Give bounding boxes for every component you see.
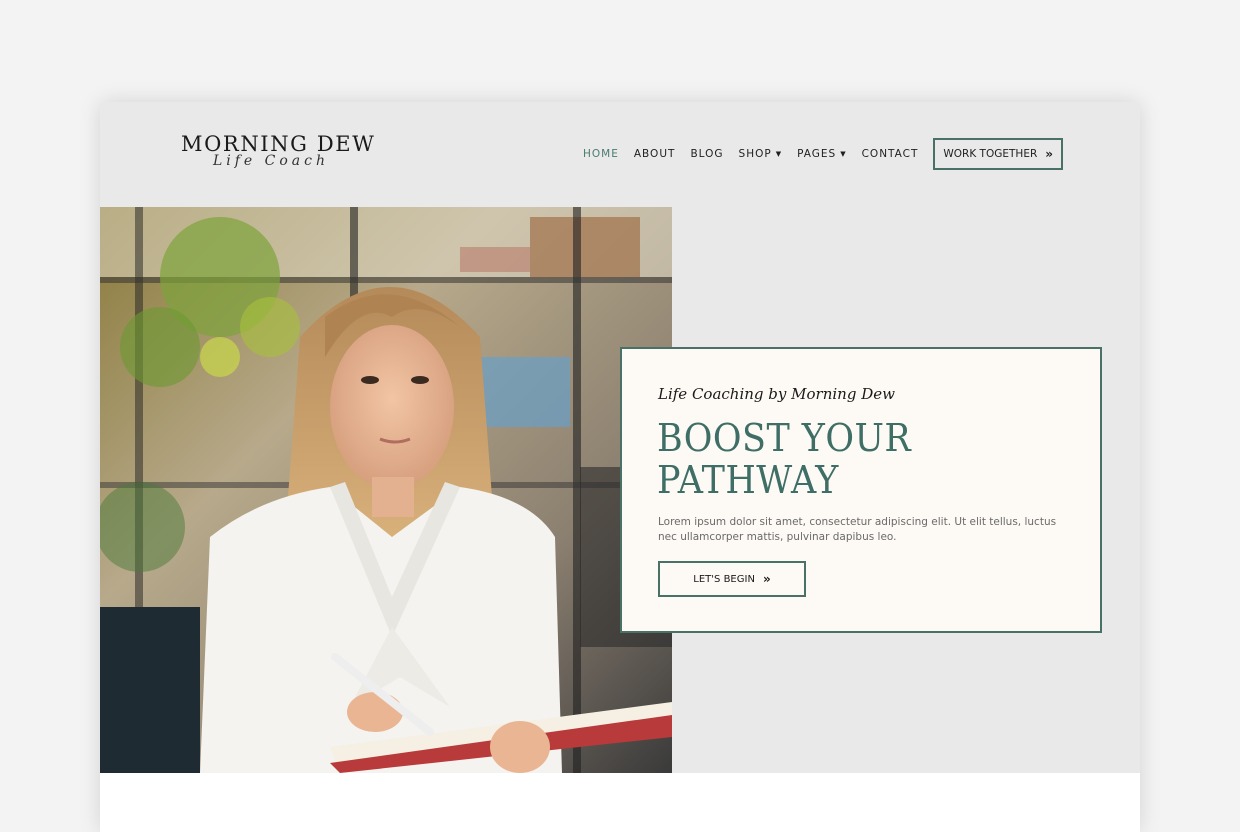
logo[interactable]: MORNING DEW Life Coach <box>181 132 374 169</box>
nav-item-home[interactable]: HOME <box>583 148 619 160</box>
nav-item-shop[interactable]: SHOP ▼ <box>739 148 783 160</box>
chevron-down-icon: ▼ <box>840 150 847 158</box>
hero-image <box>100 207 672 773</box>
lets-begin-button[interactable]: LET'S BEGIN » <box>658 561 806 597</box>
hero-tagline: Life Coaching by Morning Dew <box>658 385 895 403</box>
lets-begin-label: LET'S BEGIN <box>693 573 755 585</box>
next-section <box>100 773 1140 832</box>
double-chevron-right-icon: » <box>1045 147 1054 161</box>
nav-label: ABOUT <box>633 148 676 160</box>
logo-subtitle: Life Coach <box>212 153 330 169</box>
work-together-button[interactable]: WORK TOGETHER » <box>933 138 1064 170</box>
nav-label: BLOG <box>690 148 724 160</box>
nav-label: SHOP <box>738 148 772 160</box>
nav-label: CONTACT <box>861 148 919 160</box>
nav-item-blog[interactable]: BLOG <box>690 148 723 160</box>
chevron-down-icon: ▼ <box>775 150 783 158</box>
site-header: MORNING DEW Life Coach HOME ABOUT BLOG S… <box>100 102 1140 207</box>
nav-label: HOME <box>583 148 619 160</box>
hero-body: Lorem ipsum dolor sit amet, consectetur … <box>658 516 1057 543</box>
browser-window: MORNING DEW Life Coach HOME ABOUT BLOG S… <box>100 102 1140 832</box>
work-together-label: WORK TOGETHER <box>943 148 1038 160</box>
nav-item-about[interactable]: ABOUT <box>634 148 676 160</box>
hero-headline: BOOST YOUR PATHWAY <box>657 416 912 502</box>
nav-item-contact[interactable]: CONTACT <box>862 148 919 160</box>
main-nav: HOME ABOUT BLOG SHOP ▼ PAGES ▼ CONTACT WOR… <box>583 136 1064 172</box>
nav-label: PAGES <box>797 148 837 160</box>
nav-item-pages[interactable]: PAGES ▼ <box>797 148 847 160</box>
hero-content-card: Life Coaching by Morning Dew BOOST YOUR … <box>620 347 1102 633</box>
double-chevron-right-icon: » <box>762 572 771 586</box>
